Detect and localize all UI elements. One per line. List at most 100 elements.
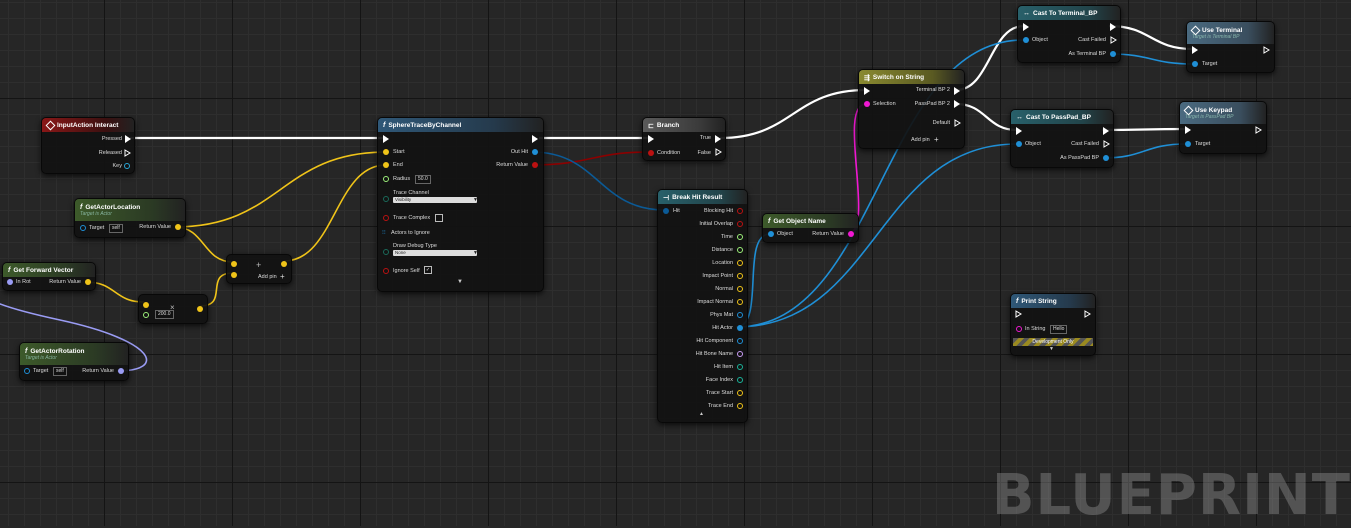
object-wire[interactable] (1102, 143, 1187, 159)
output-pin[interactable] (737, 221, 743, 227)
exec-out-pin[interactable] (1103, 140, 1110, 148)
exec-out-pin[interactable] (715, 135, 721, 143)
switch-on-string-node[interactable]: ⇶ Switch on String Terminal BP 2 Selectio… (858, 69, 965, 149)
output-pin[interactable] (737, 390, 743, 396)
rotator-out-pin[interactable] (118, 368, 124, 374)
object-in-pin[interactable] (1016, 141, 1022, 147)
vector-in-pin[interactable] (231, 272, 237, 278)
target-in-pin[interactable] (1192, 61, 1198, 67)
exec-out-pin[interactable] (954, 87, 960, 95)
output-pin[interactable] (737, 325, 743, 331)
target-in-pin[interactable] (1185, 141, 1191, 147)
output-pin[interactable] (737, 364, 743, 370)
vector-out-pin[interactable] (175, 224, 181, 230)
cast-to-terminal-bp-node[interactable]: ↔ Cast To Terminal_BP Object Cast Failed … (1017, 5, 1121, 63)
exec-in-pin[interactable] (864, 87, 870, 95)
vector-wire[interactable] (283, 164, 387, 262)
exec-in-pin[interactable] (1015, 310, 1022, 318)
enum-in-pin[interactable] (383, 196, 389, 202)
break-hit-result-node[interactable]: ⊣ Break Hit Result Hit Blocking Hit Initia… (657, 189, 748, 423)
branch-node[interactable]: ⊏ Branch True Condition False (642, 117, 726, 161)
exec-in-pin[interactable] (1023, 23, 1029, 31)
vector-out-pin[interactable] (281, 261, 287, 267)
exec-out-pin[interactable] (532, 135, 538, 143)
hit-result-in-pin[interactable] (663, 208, 669, 214)
trace-channel-dropdown[interactable]: Visibility (393, 197, 477, 203)
exec-in-pin[interactable] (1192, 46, 1198, 54)
ignore-self-checkbox[interactable]: ✓ (424, 266, 432, 274)
exec-out-pin[interactable] (715, 148, 722, 156)
enum-in-pin[interactable] (383, 249, 389, 255)
expand-arrow-icon[interactable]: ▼ (457, 279, 463, 285)
exec-in-pin[interactable] (1185, 126, 1191, 134)
exec-out-pin[interactable] (1103, 127, 1109, 135)
vector-out-pin[interactable] (85, 279, 91, 285)
get-forward-vector-node[interactable]: f Get Forward Vector In Rot Return Value (2, 262, 96, 291)
string-out-pin[interactable] (848, 231, 854, 237)
output-pin[interactable] (737, 260, 743, 266)
hit-result-out-pin[interactable] (532, 149, 538, 155)
exec-out-pin[interactable] (954, 119, 961, 127)
key-pin[interactable] (124, 163, 130, 169)
output-pin[interactable] (737, 351, 743, 357)
in-string-field[interactable]: Hello (1050, 325, 1068, 334)
use-terminal-node[interactable]: Use Terminal Target is Terminal BP Targe… (1186, 21, 1275, 73)
output-pin[interactable] (737, 273, 743, 279)
exec-out-pin[interactable] (1110, 36, 1117, 44)
vector-in-pin[interactable] (143, 302, 149, 308)
bool-out-pin[interactable] (532, 162, 538, 168)
float-in-pin[interactable] (143, 312, 149, 318)
trace-complex-checkbox[interactable] (435, 214, 443, 222)
collapse-arrow-icon[interactable]: ▲ (699, 411, 704, 417)
object-wire[interactable] (1109, 53, 1194, 65)
exec-out-pin[interactable] (954, 100, 960, 108)
output-pin[interactable] (737, 312, 743, 318)
exec-out-pin[interactable] (1263, 46, 1270, 54)
self-field[interactable]: self (109, 224, 123, 233)
exec-in-pin[interactable] (383, 135, 389, 143)
vector-in-pin[interactable] (383, 162, 389, 168)
exec-out-pin[interactable] (1084, 310, 1091, 318)
target-pin[interactable] (80, 225, 86, 231)
sphere-trace-by-channel-node[interactable]: f SphereTraceByChannel Start Out Hit End … (377, 117, 544, 292)
get-actor-location-node[interactable]: f GetActorLocation Target is Actor Target… (74, 198, 186, 238)
exec-out-pin[interactable] (125, 135, 131, 143)
exec-in-pin[interactable] (648, 135, 654, 143)
add-pin-button[interactable]: Add pin (258, 274, 277, 281)
exec-out-pin[interactable] (1110, 23, 1116, 31)
add-pin-button[interactable]: Add pin (911, 137, 930, 144)
object-out-pin[interactable] (1110, 51, 1116, 57)
add-node[interactable]: + Add pin + (226, 254, 292, 284)
vector-in-pin[interactable] (231, 261, 237, 267)
float-in-pin[interactable] (383, 176, 389, 182)
multiplier-field[interactable]: 200.0 (155, 310, 174, 319)
cast-to-passpad-bp-node[interactable]: ↔ Cast To PassPad_BP Object Cast Failed A… (1010, 109, 1114, 168)
output-pin[interactable] (737, 208, 743, 214)
output-pin[interactable] (737, 234, 743, 240)
target-pin[interactable] (24, 368, 30, 374)
use-keypad-node[interactable]: Use Keypad Target is PassPad BP Target (1179, 101, 1267, 154)
exec-in-pin[interactable] (1016, 127, 1022, 135)
draw-debug-dropdown[interactable]: None (393, 250, 477, 256)
vector-in-pin[interactable] (383, 149, 389, 155)
exec-wire[interactable] (955, 102, 1018, 132)
exec-out-pin[interactable] (1255, 126, 1262, 134)
exec-out-pin[interactable] (124, 149, 131, 157)
print-string-node[interactable]: f Print String In String Hello Developmen… (1010, 293, 1096, 356)
object-in-pin[interactable] (768, 231, 774, 237)
multiply-node[interactable]: × 200.0 (138, 294, 208, 324)
vector-out-pin[interactable] (197, 306, 203, 312)
output-pin[interactable] (737, 403, 743, 409)
rotator-in-pin[interactable] (7, 279, 13, 285)
output-pin[interactable] (737, 299, 743, 305)
bool-in-pin[interactable] (383, 268, 389, 274)
output-pin[interactable] (737, 247, 743, 253)
output-pin[interactable] (737, 338, 743, 344)
self-field[interactable]: self (53, 367, 67, 376)
exec-wire[interactable] (1108, 24, 1194, 51)
object-out-pin[interactable] (1103, 155, 1109, 161)
radius-field[interactable]: 50.0 (415, 175, 431, 184)
output-pin[interactable] (737, 377, 743, 383)
expand-arrow-icon[interactable]: ▼ (1049, 346, 1054, 352)
exec-wire[interactable] (719, 88, 867, 140)
